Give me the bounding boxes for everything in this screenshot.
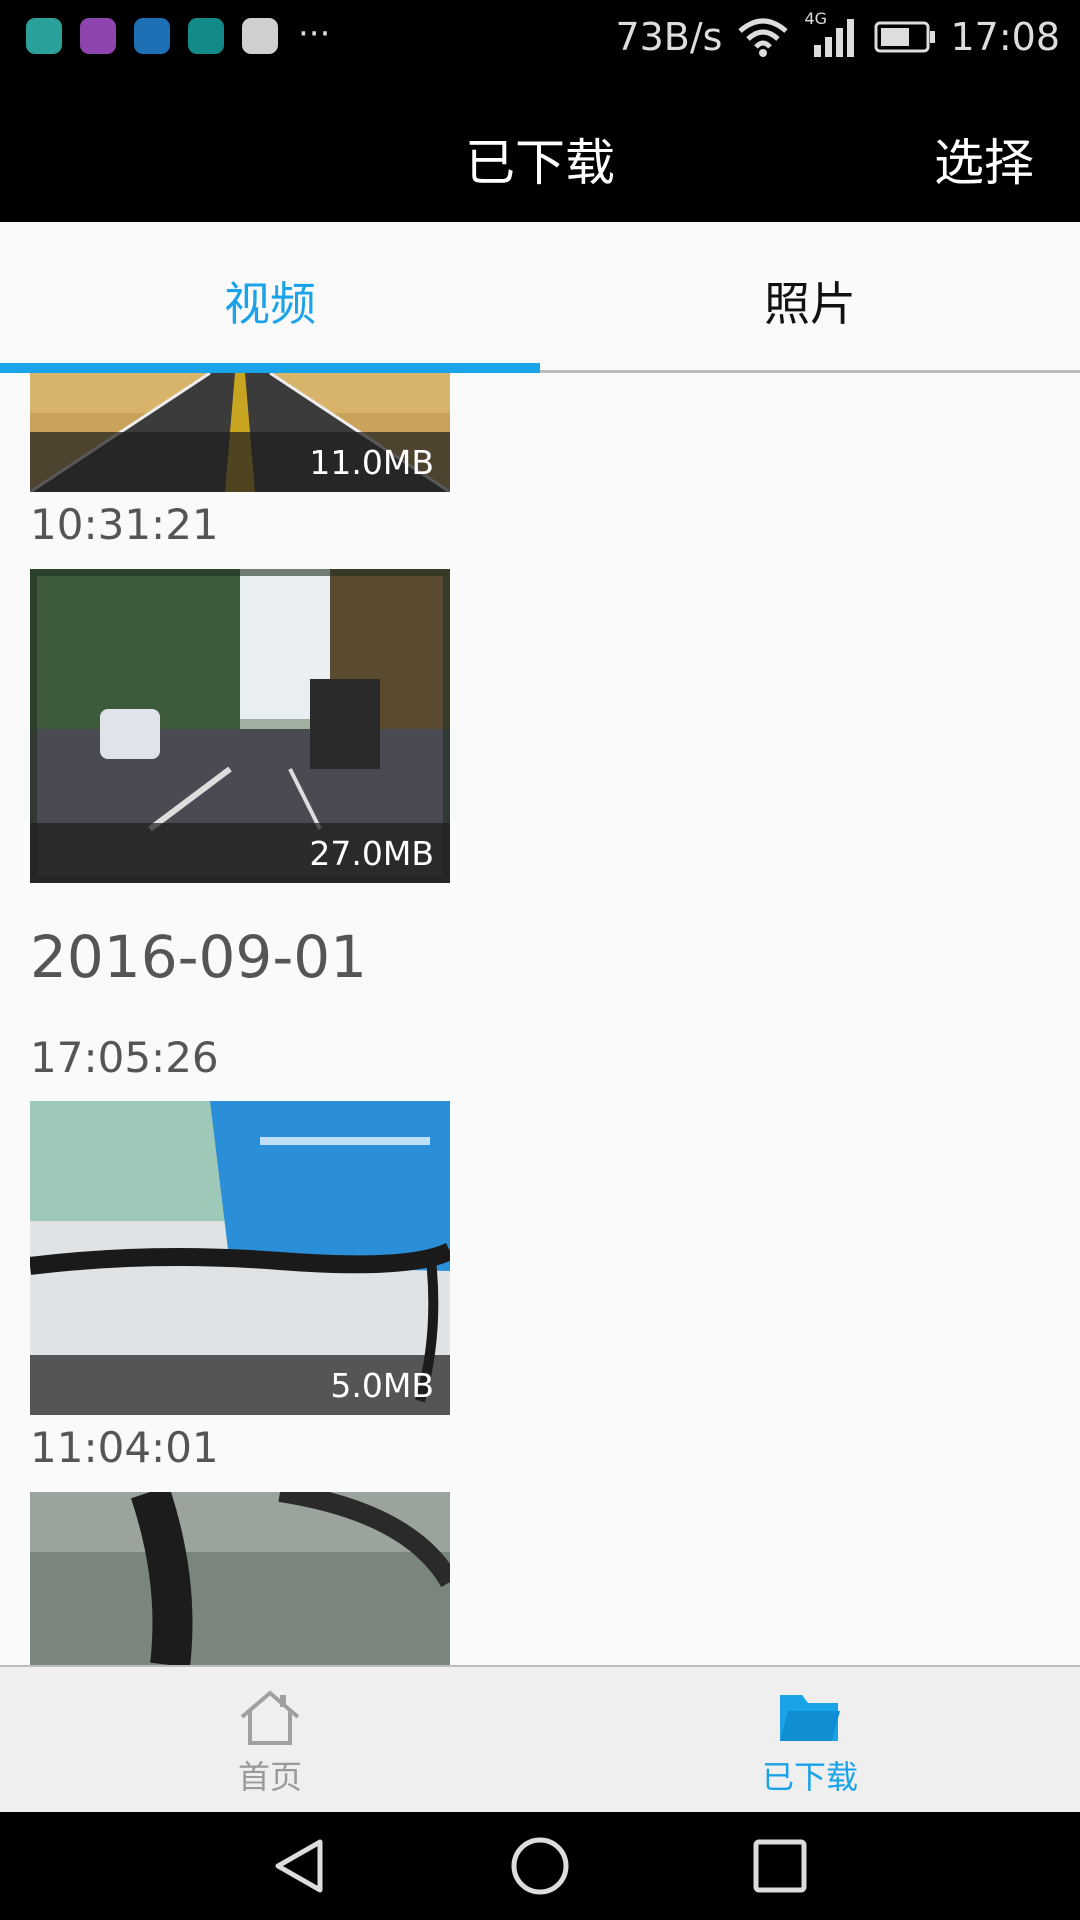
video-list[interactable]: 11.0MB 10:31:21 27.0MB 2016-09-01 17:05:… [0, 373, 1080, 1665]
wifi-icon [738, 18, 789, 57]
nav-downloaded[interactable]: 已下载 [540, 1667, 1080, 1814]
video-thumbnail-image [30, 1492, 450, 1665]
tab-indicator [0, 363, 540, 373]
file-size: 5.0MB [330, 1366, 434, 1405]
file-size: 11.0MB [309, 443, 434, 482]
file-size: 27.0MB [309, 834, 434, 873]
video-thumbnail[interactable]: 27.0MB [30, 569, 450, 883]
back-icon[interactable] [270, 1836, 330, 1896]
recents-icon[interactable] [752, 1838, 808, 1894]
media-tabs: 视频 照片 [0, 222, 1080, 373]
tab-photos[interactable]: 照片 [540, 268, 1080, 334]
signal-icon: 4G [804, 9, 860, 59]
app-bar: 已下载 选择 [0, 75, 1080, 222]
system-navigation [0, 1812, 1080, 1920]
folder-icon [780, 1695, 840, 1741]
video-thumbnail[interactable]: 11.0MB [30, 373, 450, 492]
message-notification-icon [26, 18, 62, 54]
network-speed: 73B/s [615, 15, 723, 59]
tab-videos[interactable]: 视频 [0, 268, 540, 334]
more-notifications-icon: ··· [298, 14, 331, 54]
page-title: 已下载 [465, 134, 615, 192]
select-button[interactable]: 选择 [934, 123, 1034, 195]
nav-home[interactable]: 首页 [0, 1667, 540, 1814]
home-icon [240, 1690, 300, 1745]
nav-home-label: 首页 [237, 1758, 302, 1796]
app-notification-icon [134, 18, 170, 54]
video-thumbnail[interactable] [30, 1492, 450, 1665]
battery-icon [874, 21, 936, 53]
font-notification-icon [242, 18, 278, 54]
huawei-notification-icon [188, 18, 224, 54]
bottom-navigation: 首页 已下载 [0, 1665, 1080, 1814]
video-time: 17:05:26 [30, 1033, 219, 1082]
home-circle-icon[interactable] [509, 1835, 571, 1897]
status-bar: ··· 73B/s 4G 17:08 [0, 0, 1080, 75]
status-time: 17:08 [950, 15, 1060, 59]
nav-downloaded-label: 已下载 [761, 1758, 858, 1796]
video-time: 10:31:21 [30, 500, 219, 549]
video-thumbnail[interactable]: 5.0MB [30, 1101, 450, 1415]
status-right-group: 73B/s 4G 17:08 [615, 9, 1060, 62]
date-header: 2016-09-01 [30, 923, 368, 991]
gallery-notification-icon [80, 18, 116, 54]
video-time: 11:04:01 [30, 1423, 219, 1472]
